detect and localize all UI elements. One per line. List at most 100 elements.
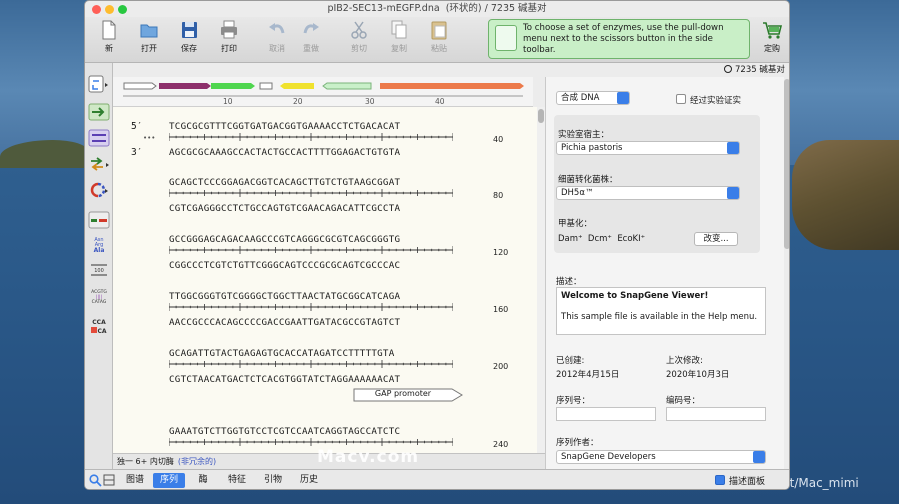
features-toggle-button[interactable] [88, 211, 110, 229]
sequence-view[interactable]: 5′ 3′ ••• TCGCGCGTTTCGGTGATGACGGTGAAAACC… [113, 107, 537, 453]
svg-text:CA: CA [97, 328, 106, 335]
position-number: 240 [493, 440, 509, 449]
print-button[interactable]: 打印 [209, 19, 249, 54]
feature-arrow-orange[interactable] [380, 83, 524, 89]
new-button[interactable]: 新 [89, 19, 129, 54]
align-sequences-button[interactable] [88, 129, 110, 147]
methylation-value: Dam⁺ Dcm⁺ EcoKI⁺ [558, 234, 646, 244]
enzyme-set-summary: 独一 6+ 内切酶 [117, 457, 174, 466]
feature-bar-icon [88, 211, 110, 229]
enzyme-hint-tooltip: To choose a set of enzymes, use the pull… [488, 19, 750, 59]
open-button[interactable]: 打开 [129, 19, 169, 54]
bottom-strand[interactable]: CGTCGAGGGCCTCTGCCAGTGTCGAACAGACATTCGCCTA [169, 203, 400, 214]
tab-4[interactable]: 引物 [257, 473, 289, 488]
copy-icon [391, 20, 407, 39]
strain-select[interactable]: DH5α™ [556, 186, 740, 200]
paste-button-label: 粘贴 [431, 44, 447, 53]
print-button-label: 打印 [221, 44, 237, 53]
feature-arrow-white[interactable] [123, 82, 157, 90]
verified-checkbox[interactable] [676, 94, 686, 104]
position-number: 120 [493, 248, 509, 257]
dna-type-select[interactable]: 合成 DNA [556, 91, 630, 105]
chevron-down-icon [753, 451, 765, 463]
svg-text:CATAG: CATAG [92, 299, 107, 305]
orientation-button[interactable] [88, 155, 110, 173]
top-strand[interactable]: GAAATGTCTTGGTGTCCTCGTCCAATCAGGTAGCCATCTC [169, 426, 400, 437]
topology-button[interactable] [88, 181, 110, 199]
strain-label: 细菌转化菌株： [558, 175, 618, 185]
codon-icon: CCA CA [91, 319, 107, 335]
side-toolbar: Asn Arg Ala 100 ACGTG |||| CATAG CCA CA [85, 63, 113, 469]
paste-button[interactable]: 粘贴 [419, 19, 459, 54]
swap-arrows-icon [91, 157, 109, 171]
description-panel-checkbox[interactable] [715, 475, 725, 485]
macv-watermark: Macv.com [317, 447, 420, 467]
top-strand[interactable]: TTGGCGGGTGTCGGGGCTGGCTTAACTATGCGGCATCAGA [169, 291, 400, 302]
author-value: SnapGene Developers [561, 452, 656, 462]
map-tick-20: 20 [293, 97, 303, 106]
strain-value: DH5α™ [561, 188, 594, 198]
buy-button[interactable]: 定购 [755, 19, 789, 54]
scroll-thumb[interactable] [538, 109, 544, 123]
bottom-strand[interactable]: CGGCCCTCGTCTGTTCGGGCAGTCCCGCGCAGTCGCCCAC [169, 260, 400, 271]
code-field[interactable] [666, 407, 766, 421]
created-value: 2012年4月15日 [556, 370, 620, 380]
description-label: 描述： [556, 277, 582, 287]
enzyme-set-icon [88, 75, 108, 93]
toolbar: 新 打开 保存 打印 取消 重做 剪切 复制 粘贴 To choose a se… [85, 17, 789, 63]
sequence-scrollbar[interactable] [537, 107, 545, 453]
codon-toggle-button[interactable]: CCA CA [88, 317, 110, 335]
linear-map-strip[interactable]: 10 20 30 40 [113, 77, 533, 107]
top-strand[interactable]: TCGCGCGTTTCGGTGATGACGGTGAAAACCTCTGACACAT [169, 121, 400, 132]
bottom-strand[interactable]: AGCGCGCAAAGCCACTACTGCCACTTTTGGAGACTGTGTA [169, 147, 400, 158]
copy-button[interactable]: 复制 [379, 19, 419, 54]
feature-arrow-light-green[interactable] [322, 82, 372, 90]
info-scroll-thumb[interactable] [784, 79, 789, 249]
host-select[interactable]: Pichia pastoris [556, 141, 740, 155]
feature-arrow-purple[interactable] [159, 83, 211, 89]
host-label: 实验室宿主： [558, 130, 610, 140]
tab-5[interactable]: 历史 [293, 473, 325, 488]
position-number: 200 [493, 362, 509, 371]
tab-3[interactable]: 特征 [221, 473, 253, 488]
complement-toggle-button[interactable]: ACGTG |||| CATAG [88, 287, 110, 305]
feature-box-white[interactable] [259, 82, 273, 90]
feature-gap-promoter[interactable]: GAP promoter [353, 388, 465, 402]
serial-field[interactable] [556, 407, 656, 421]
search-icon[interactable] [89, 474, 102, 487]
methylation-label: 甲基化： [558, 219, 593, 229]
feature-arrow-yellow[interactable] [280, 83, 314, 89]
insert-fragment-button[interactable] [88, 103, 110, 121]
bottom-strand[interactable]: AACCGCCCACAGCCCCGACCGAATTGATACGCCGTAGTCT [169, 317, 400, 328]
strand-ruler [168, 360, 454, 368]
top-strand[interactable]: GCCGGGAGCAGACAAGCCCGTCAGGGCGCGTCAGCGGGTG [169, 234, 400, 245]
top-strand[interactable]: GCAGCTCCCGGAGACGGTCACAGCTTGTCTGTAAGCGGAT [169, 177, 400, 188]
ruler-toggle-button[interactable]: 100 [88, 261, 110, 279]
save-button[interactable]: 保存 [169, 19, 209, 54]
amino-acid-icon: AsnArgAla [94, 237, 105, 254]
author-select[interactable]: SnapGene Developers [556, 450, 766, 464]
description-box[interactable]: Welcome to SnapGene Viewer! This sample … [556, 287, 766, 335]
translation-toggle-button[interactable]: Asn Arg Ala [88, 235, 110, 254]
tab-1[interactable]: 序列 [153, 473, 185, 488]
redo-button-label: 重做 [303, 44, 319, 53]
tab-0[interactable]: 图谱 [119, 473, 151, 488]
choose-enzymes-button[interactable] [88, 75, 110, 93]
sequence-strands-icon: ACGTG||||CATAG [91, 289, 107, 305]
scissors-icon [351, 21, 367, 39]
tab-2[interactable]: 酶 [189, 473, 217, 488]
top-strand[interactable]: GCAGATTGTACTGAGAGTGCACCATAGATCCTTTTTGTA [169, 348, 394, 359]
code-label: 编码号： [666, 396, 701, 406]
cut-button[interactable]: 剪切 [339, 19, 379, 54]
desktop-cliff-left [0, 140, 88, 168]
description-panel-label: 描述面板 [729, 477, 766, 487]
buy-button-label: 定购 [764, 44, 780, 53]
feature-arrow-green[interactable] [211, 83, 255, 89]
open-button-label: 打开 [141, 44, 157, 53]
info-scrollbar[interactable] [784, 77, 789, 469]
change-methylation-button[interactable]: 改变... [694, 232, 738, 246]
split-view-icon[interactable] [103, 474, 116, 487]
svg-text:100: 100 [94, 268, 104, 274]
redo-button[interactable]: 重做 [291, 19, 331, 54]
bottom-strand[interactable]: CGTCTAACATGACTCTCACGTGGTATCTAGGAAAAAACAT [169, 374, 400, 385]
